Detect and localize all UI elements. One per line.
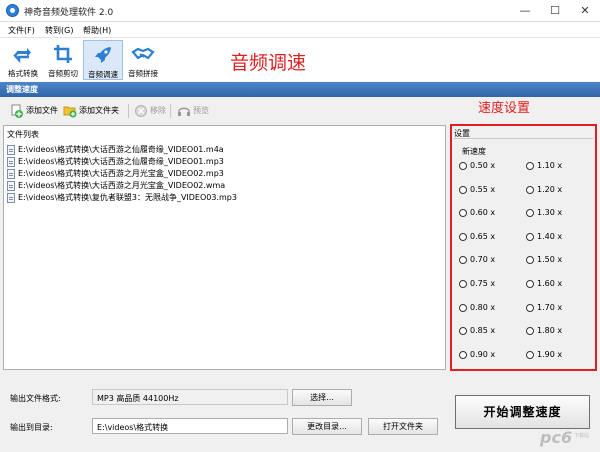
radio-dot xyxy=(459,162,467,170)
radio-label: 1.80 x xyxy=(537,326,563,336)
headphones-icon xyxy=(178,107,190,116)
radio-dot xyxy=(526,209,534,218)
radio-label: 0.75 x xyxy=(470,279,496,288)
radio-dot xyxy=(459,232,467,241)
speed-settings-annotation: 速度设置 xyxy=(478,101,531,116)
radio-dot xyxy=(526,256,534,265)
radio-dot xyxy=(459,209,467,218)
tool-audio-join[interactable]: 音频拼接 xyxy=(123,40,163,80)
tool-label: 音频剪切 xyxy=(48,69,78,78)
radio-dot xyxy=(526,185,534,194)
file-path: E:\videos\格式转换\大话西游之月光宝盒_VIDEO02.mp3 xyxy=(18,169,224,178)
start-speed-button[interactable]: 开始调整速度 xyxy=(455,395,590,429)
maximize-button[interactable]: ☐ xyxy=(540,0,570,22)
file-path: E:\videos\格式转换\大话西游之月光宝盒_VIDEO02.wma xyxy=(18,181,226,190)
audio-file-icon xyxy=(7,193,15,203)
change-dir-button[interactable]: 更改目录... xyxy=(292,418,362,435)
menu-file[interactable]: 文件(F) xyxy=(8,25,35,36)
file-path: E:\videos\格式转换\大话西游之仙履奇缘_VIDEO01.m4a xyxy=(18,145,224,154)
radio-dot xyxy=(526,280,534,288)
toolbar-separator xyxy=(128,104,129,118)
minimize-button[interactable]: — xyxy=(510,0,540,22)
preview-label: 预览 xyxy=(193,106,209,115)
tool-label: 音频拼接 xyxy=(128,69,158,78)
remove-icon xyxy=(135,105,147,117)
output-dir-label: 输出到目录: xyxy=(10,423,53,432)
audio-file-icon xyxy=(7,157,15,167)
watermark-subtext: 下载站 xyxy=(574,433,590,439)
menu-bar: 文件(F) 转到(G) 帮助(H) xyxy=(0,22,600,38)
radio-dot xyxy=(459,303,467,312)
close-button[interactable]: ✕ xyxy=(570,0,600,22)
handshake-icon xyxy=(131,47,155,60)
title-bar: 神奇音频处理软件 2.0 — ☐ ✕ xyxy=(0,0,600,22)
radio-label: 0.70 x xyxy=(470,255,496,265)
radio-dot xyxy=(526,303,534,312)
radio-dot xyxy=(526,232,534,241)
rocket-icon xyxy=(95,47,111,63)
radio-dot xyxy=(459,327,467,336)
radio-label: 1.40 x xyxy=(537,231,563,241)
radio-label: 1.70 x xyxy=(537,302,563,312)
output-format-field: MP3 高品质 44100Hz xyxy=(92,389,288,405)
radio-dot xyxy=(459,185,467,194)
radio-label: 1.10 x xyxy=(537,161,563,170)
menu-goto[interactable]: 转到(G) xyxy=(45,25,73,36)
add-file-label: 添加文件 xyxy=(26,106,58,115)
add-folder-icon xyxy=(63,106,77,118)
audio-file-icon xyxy=(7,145,15,155)
radio-label: 1.30 x xyxy=(537,208,563,218)
radio-label: 0.55 x xyxy=(470,184,496,194)
radio-label: 0.85 x xyxy=(470,326,496,336)
choose-format-button[interactable]: 选择... xyxy=(292,389,352,406)
menu-help[interactable]: 帮助(H) xyxy=(83,25,111,36)
radio-dot xyxy=(459,280,467,288)
radio-dot xyxy=(526,350,534,359)
new-speed-label: 新速度 xyxy=(462,147,486,156)
audio-file-icon xyxy=(7,181,15,191)
radio-label: 0.65 x xyxy=(470,231,496,241)
crop-icon xyxy=(54,45,72,63)
radio-label: 1.20 x xyxy=(537,184,563,194)
radio-label: 1.90 x xyxy=(537,349,563,359)
tool-audio-cut[interactable]: 音频剪切 xyxy=(43,40,83,80)
speed-settings-panel: 设置 新速度 0.50 x 0.55 x 0.60 x 0.65 x 0.70 x 0.7… xyxy=(450,124,597,383)
audio-file-icon xyxy=(7,169,15,179)
heading-annotation: 音频调速 xyxy=(230,52,307,74)
file-path: E:\videos\格式转换\大话西游之仙履奇缘_VIDEO01.mp3 xyxy=(18,157,224,166)
radio-dot xyxy=(526,162,534,170)
tool-format-convert[interactable]: 格式转换 xyxy=(3,40,43,80)
radio-dot xyxy=(459,350,467,359)
radio-dot xyxy=(459,256,467,265)
remove-label: 移除 xyxy=(150,106,166,115)
section-title: 调整速度 xyxy=(6,85,38,94)
file-list[interactable]: 文件列表 E:\videos\格式转换\大话西游之仙履奇缘_VIDEO01.m4… xyxy=(3,125,446,370)
open-folder-button[interactable]: 打开文件夹 xyxy=(368,418,438,435)
output-format-label: 输出文件格式: xyxy=(10,394,61,403)
radio-label: 1.60 x xyxy=(537,279,563,288)
settings-divider xyxy=(454,138,593,139)
radio-label: 0.80 x xyxy=(470,302,496,312)
file-action-bar: 添加文件 添加文件夹 移除 预览 xyxy=(0,99,450,123)
convert-icon xyxy=(13,48,31,64)
radio-label: 0.90 x xyxy=(470,349,496,359)
tool-label: 音频调速 xyxy=(88,70,118,79)
file-list-header: 文件列表 xyxy=(7,130,39,139)
add-file-icon xyxy=(11,104,23,118)
output-dir-field[interactable]: E:\videos\格式转换 xyxy=(92,418,288,434)
radio-dot xyxy=(526,327,534,336)
add-folder-label: 添加文件夹 xyxy=(79,106,119,115)
watermark-text: pc6 xyxy=(540,428,573,447)
app-logo-icon xyxy=(6,4,19,17)
window-title: 神奇音频处理软件 2.0 xyxy=(24,8,114,18)
site-watermark: pc6 下载站 xyxy=(540,428,596,448)
radio-label: 1.50 x xyxy=(537,255,563,265)
tool-label: 格式转换 xyxy=(8,69,38,78)
file-path: E:\videos\格式转换\复仇者联盟3：无限战争_VIDEO03.mp3 xyxy=(18,193,237,202)
radio-label: 0.60 x xyxy=(470,208,496,218)
radio-label: 0.50 x xyxy=(470,161,496,170)
toolbar-separator xyxy=(170,104,171,118)
tool-audio-speed[interactable]: 音频调速 xyxy=(83,40,123,80)
section-header: 调整速度 xyxy=(0,82,600,97)
